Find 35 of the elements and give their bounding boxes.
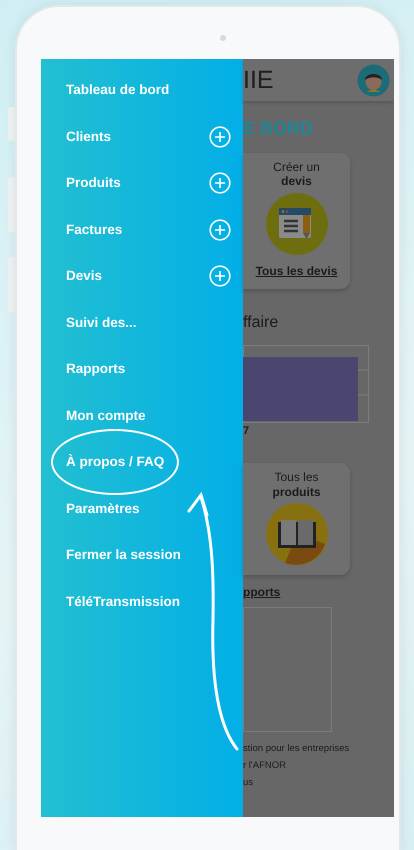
menu-item[interactable]: À propos / FAQ: [41, 439, 243, 486]
section-title: E BORD: [243, 119, 314, 137]
card-link[interactable]: Tous les devis: [256, 264, 338, 278]
avatar-icon[interactable]: [357, 64, 390, 96]
expand-plus-icon[interactable]: [209, 218, 231, 241]
menu-item[interactable]: Tableau de bord: [41, 67, 243, 114]
menu-item[interactable]: Devis: [41, 253, 243, 300]
card-title-bold-line: devis: [280, 174, 313, 189]
card-title-bold-line: produits: [272, 484, 322, 500]
menu-item[interactable]: TéléTransmission: [41, 578, 243, 625]
menu-item[interactable]: Fermer la session: [41, 532, 243, 578]
menu-item[interactable]: Suivi des...: [41, 300, 243, 346]
card-title-line: Tous les: [273, 470, 320, 485]
menu-item[interactable]: Rapports: [41, 346, 243, 392]
expand-plus-icon[interactable]: [209, 172, 231, 194]
footer-text: r l'AFNOR: [243, 759, 287, 774]
app-card[interactable]: Tous les produits: [243, 463, 350, 576]
app-card[interactable]: Créer un devis Tous les devis: [243, 153, 350, 289]
menu-item[interactable]: Factures: [41, 206, 243, 253]
document-pencil-icon: [266, 192, 328, 255]
footer-text: us: [243, 776, 254, 790]
axis-label: 7: [243, 424, 250, 439]
card-title-line: Créer un: [272, 160, 321, 174]
camera-dot: [220, 35, 226, 41]
app-title: IIE: [243, 68, 274, 92]
menu-item[interactable]: Clients: [41, 114, 243, 160]
menu-item[interactable]: Mon compte: [41, 392, 243, 439]
expand-plus-icon[interactable]: [209, 126, 231, 148]
book-icon: [266, 503, 328, 566]
menu-item[interactable]: Produits: [41, 160, 243, 206]
chart-heading: ffaire: [243, 312, 280, 333]
reports-link[interactable]: pports: [243, 583, 280, 602]
expand-plus-icon[interactable]: [209, 265, 231, 288]
footer-text: stion pour les entreprises: [243, 742, 350, 756]
menu-item[interactable]: Paramètres: [41, 486, 243, 532]
